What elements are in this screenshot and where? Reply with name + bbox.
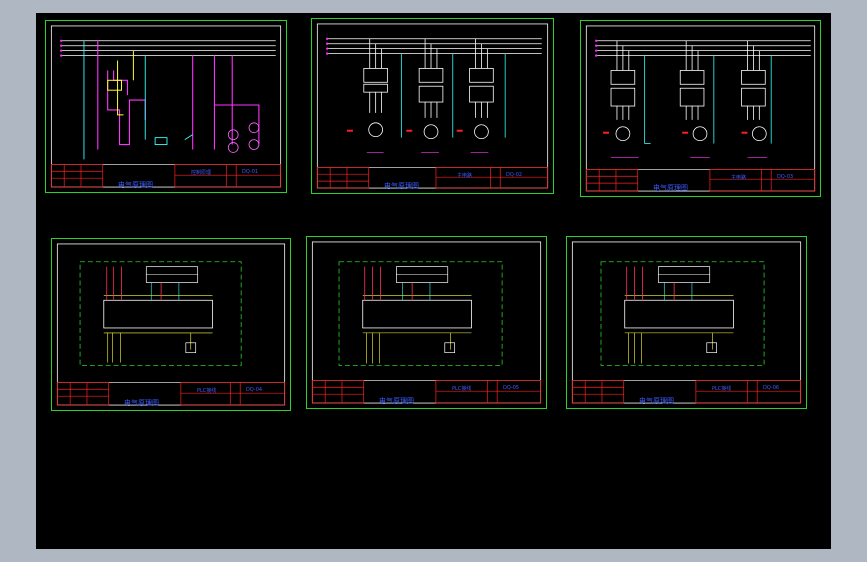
- plc-wiring-schematic: [571, 241, 802, 404]
- drawing-canvas[interactable]: 电气原理图 控制原理 DQ-01 电气原理图 主电路 DQ-02 电气原理图 主…: [36, 13, 831, 549]
- sheet-name: 主电路: [457, 173, 473, 179]
- plc-wiring-schematic: [56, 243, 286, 406]
- sheet-name: PLC接线: [712, 386, 732, 392]
- drawing-sheet-plc-wiring[interactable]: 电气原理图 PLC接线 DQ-06: [566, 236, 807, 409]
- drawing-sheet-motor-circuit-2[interactable]: 电气原理图 主电路 DQ-03: [580, 20, 821, 197]
- drawing-sheet-plc-wiring[interactable]: 电气原理图 PLC接线 DQ-05: [306, 236, 547, 409]
- motor-circuit-2-schematic: [585, 25, 816, 192]
- sheet-name: 主电路: [731, 175, 747, 181]
- sheet-code: DQ-02: [506, 172, 523, 178]
- sheet-title: 电气原理图: [639, 397, 674, 405]
- drawing-sheet-motor-circuit[interactable]: 电气原理图 主电路 DQ-02: [311, 18, 554, 194]
- drawing-sheet-plc-wiring[interactable]: 电气原理图 PLC接线 DQ-04: [51, 238, 291, 411]
- sheet-title: 电气原理图: [384, 182, 419, 190]
- plc-wiring-schematic: [311, 241, 542, 404]
- drawing-sheet-control-circuit[interactable]: 电气原理图 控制原理 DQ-01: [45, 20, 287, 193]
- sheet-title: 电气原理图: [653, 184, 688, 192]
- sheet-code: DQ-01: [242, 169, 259, 175]
- sheet-name: PLC接线: [197, 388, 217, 394]
- motor-circuit-schematic: [316, 23, 549, 189]
- sheet-code: DQ-04: [246, 387, 263, 393]
- sheet-title: 电气原理图: [379, 397, 414, 405]
- control-circuit-schematic: [50, 25, 282, 188]
- sheet-title: 电气原理图: [124, 399, 159, 407]
- sheet-name: 控制原理: [191, 170, 212, 176]
- sheet-code: DQ-03: [777, 174, 794, 180]
- sheet-title: 电气原理图: [118, 181, 153, 189]
- sheet-code: DQ-05: [503, 385, 520, 391]
- sheet-name: PLC接线: [452, 386, 472, 392]
- sheet-code: DQ-06: [763, 385, 780, 391]
